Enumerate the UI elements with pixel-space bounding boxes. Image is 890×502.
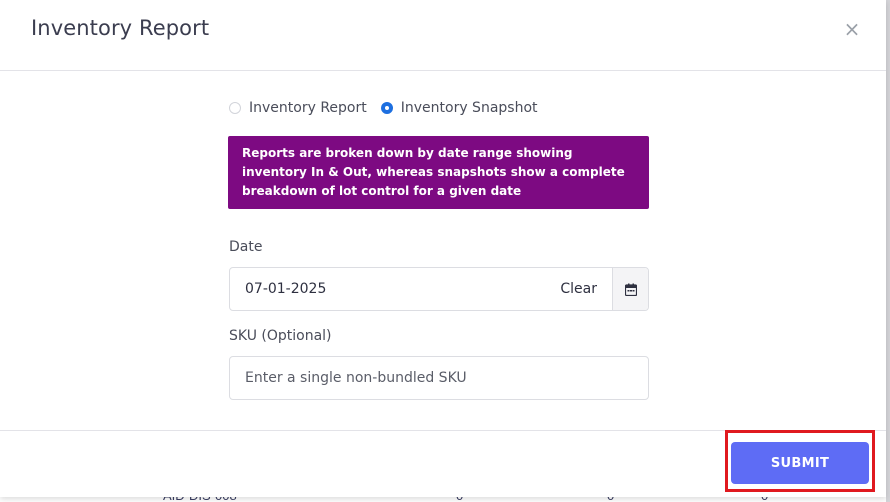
submit-button[interactable]: SUBMIT [731,442,869,484]
date-label: Date [229,239,263,255]
calendar-icon[interactable] [612,268,648,310]
date-value[interactable]: 07-01-2025 [230,281,560,297]
radio-label-inventory-snapshot[interactable]: Inventory Snapshot [401,100,538,116]
viewport: AID-DIS-008 0 0 0 Inventory Report × Inv… [0,0,890,502]
close-icon[interactable]: × [843,19,861,39]
report-type-radio-group: Inventory Report Inventory Snapshot [229,100,552,116]
date-field[interactable]: 07-01-2025 Clear [229,267,649,311]
info-banner: Reports are broken down by date range sh… [228,136,649,209]
radio-label-inventory-report[interactable]: Inventory Report [249,100,367,116]
scrollbar-gutter [886,0,890,502]
inventory-report-modal: Inventory Report × Inventory Report Inve… [0,0,886,497]
modal-title: Inventory Report [31,16,210,40]
modal-header: Inventory Report × [0,0,886,71]
sku-label: SKU (Optional) [229,328,332,344]
sku-input[interactable] [229,356,649,400]
radio-inventory-report[interactable] [229,102,241,114]
radio-inventory-snapshot[interactable] [380,102,393,114]
clear-date-button[interactable]: Clear [560,281,612,297]
